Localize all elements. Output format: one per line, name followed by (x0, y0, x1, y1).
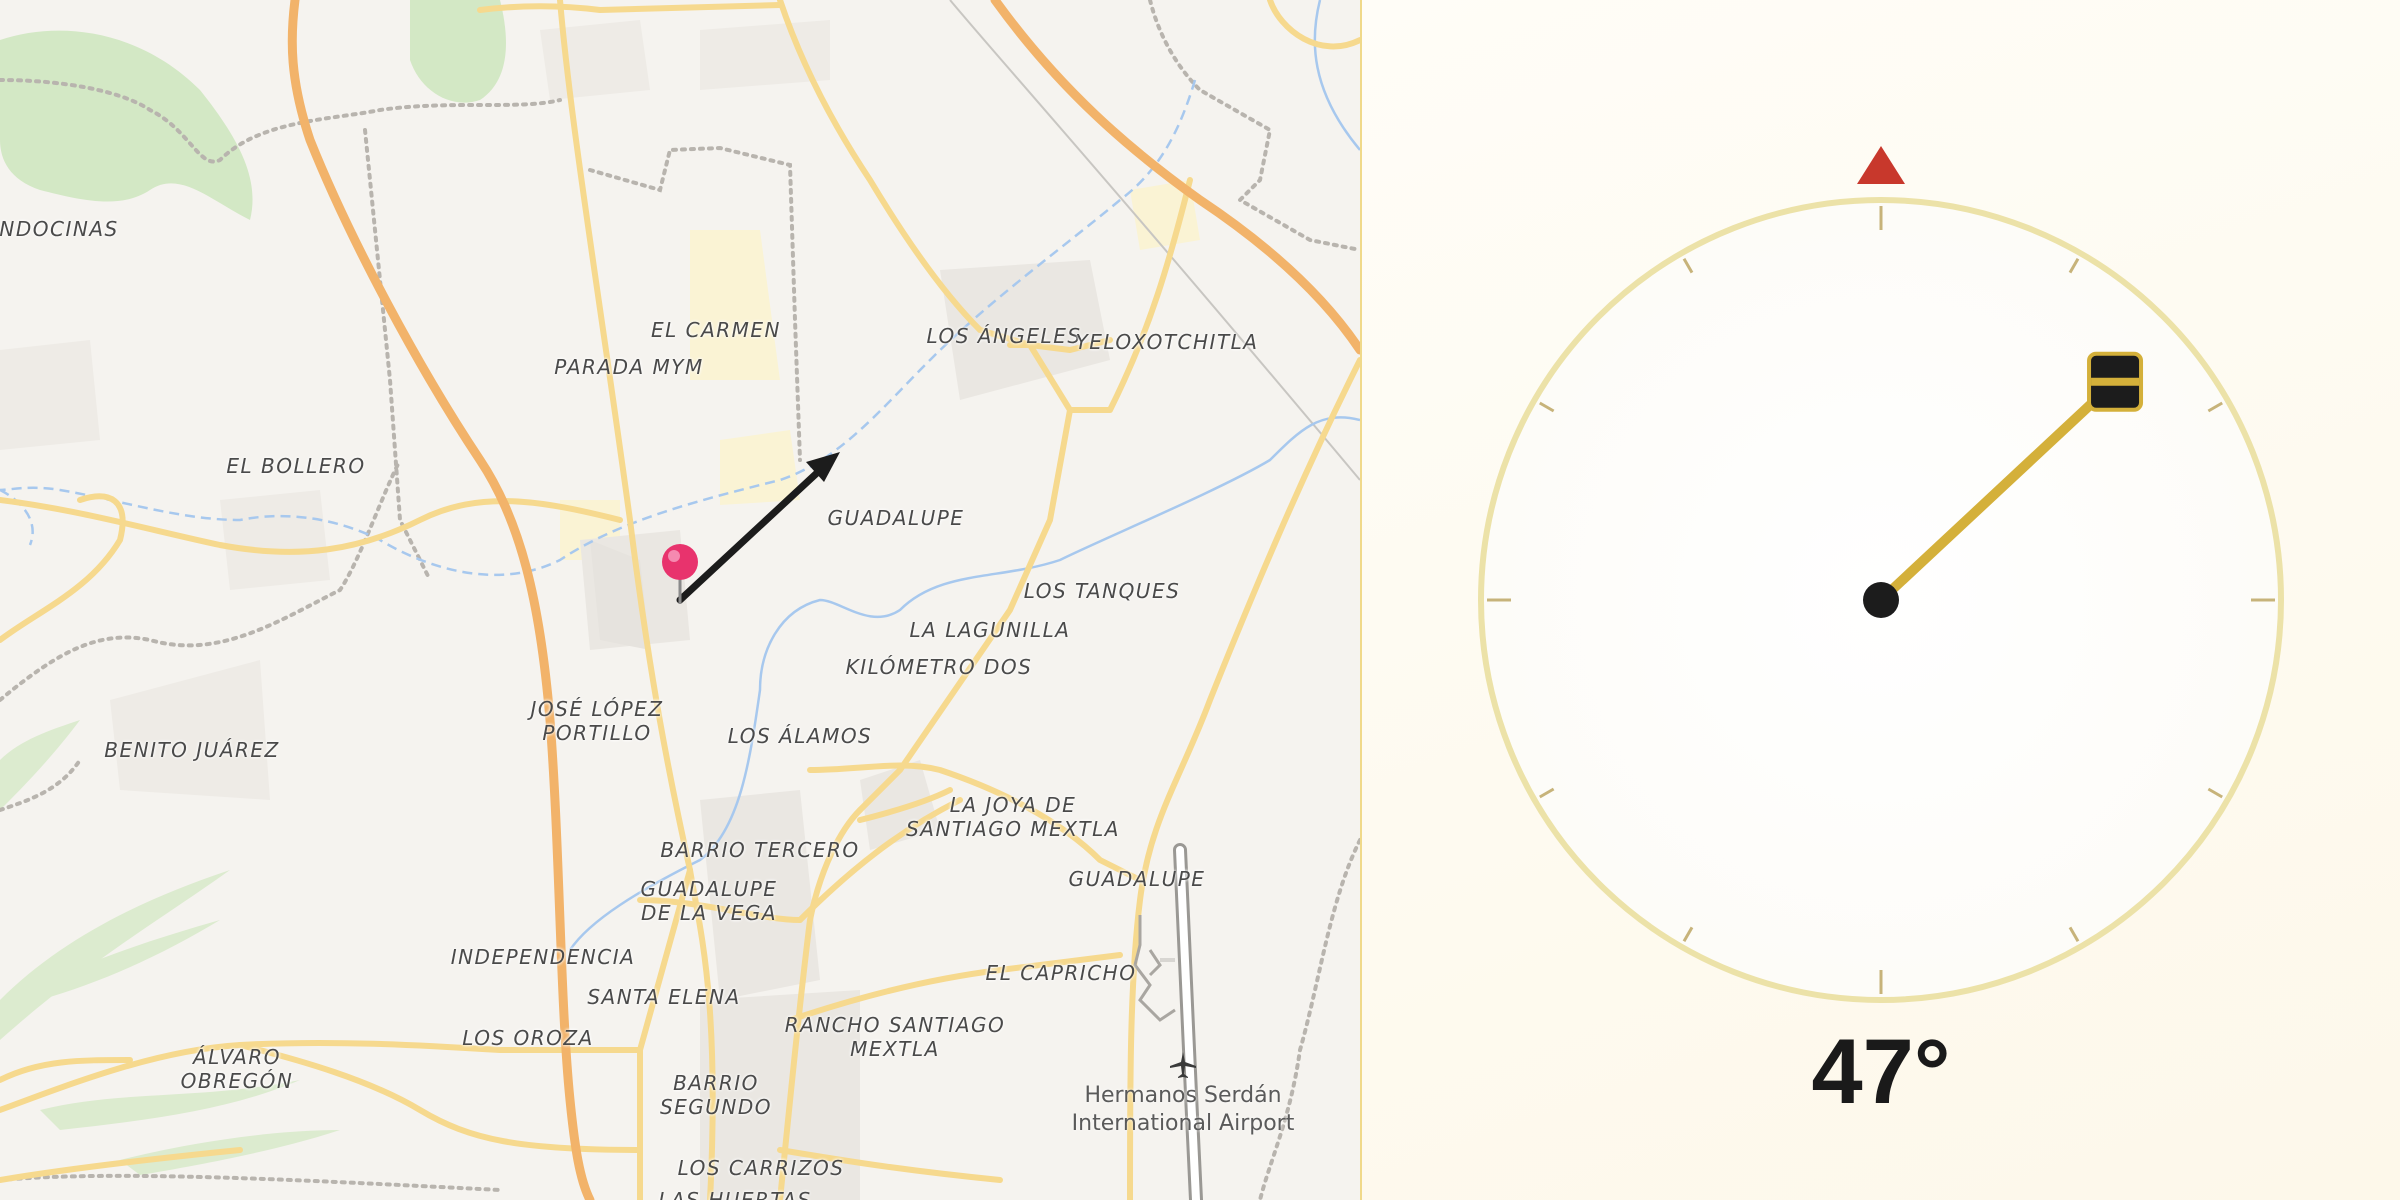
place-label: LOS OROZA (462, 1026, 594, 1050)
place-label: LA LAGUNILLA (909, 618, 1071, 642)
place-label: INDEPENDENCIA (450, 945, 636, 969)
needle-tip-icon (2087, 351, 2144, 412)
place-label: YELOXOTCHITLA (1075, 330, 1259, 354)
place-label: ENDOCINAS (0, 217, 119, 241)
place-label: GUADALUPE DE LA VEGA (640, 877, 778, 925)
place-label: GUADALUPE (1068, 867, 1206, 891)
place-label: BARRIO TERCERO (660, 838, 860, 862)
heading-readout: 47° (1811, 1021, 1951, 1123)
compass-panel: 47° (1362, 0, 2400, 1200)
park-area (0, 30, 253, 221)
place-label: RANCHO SANTIAGO MEXTLA (784, 1013, 1006, 1061)
place-label: EL CARMEN (650, 318, 782, 342)
place-label: SANTA ELENA (587, 985, 741, 1009)
airport-label: Hermanos Serdán International Airport (1071, 1083, 1295, 1136)
place-label: PARADA MYM (554, 355, 704, 379)
map-pin-icon[interactable] (650, 540, 710, 610)
place-label: LAS HUERTAS (658, 1188, 812, 1200)
place-label: LOS CARRIZOS (677, 1156, 845, 1180)
place-label: LOS TANQUES (1023, 579, 1181, 603)
place-label: BARRIO SEGUNDO (659, 1071, 773, 1119)
place-label: EL CAPRICHO (985, 961, 1137, 985)
place-label: EL BOLLERO (226, 454, 366, 478)
place-label: JOSÉ LÓPEZ PORTILLO (530, 697, 664, 745)
place-label: KILÓMETRO DOS (845, 655, 1033, 679)
place-label: LA JOYA DE SANTIAGO MEXTLA (906, 793, 1120, 841)
needle-pivot (1863, 582, 1899, 618)
north-marker-icon (1857, 146, 1905, 184)
park-area (410, 0, 506, 103)
place-label: BENITO JUÁREZ (104, 738, 280, 762)
place-label: GUADALUPE (827, 506, 965, 530)
place-label: ÁLVARO OBREGÓN (180, 1045, 294, 1093)
place-label: LOS ÁLAMOS (727, 724, 873, 748)
place-label: LOS ÁNGELES (926, 324, 1082, 348)
map-view[interactable]: ENDOCINAS EL CARMEN PARADA MYM LOS ÁNGEL… (0, 0, 1362, 1200)
airplane-icon (1170, 1052, 1196, 1078)
